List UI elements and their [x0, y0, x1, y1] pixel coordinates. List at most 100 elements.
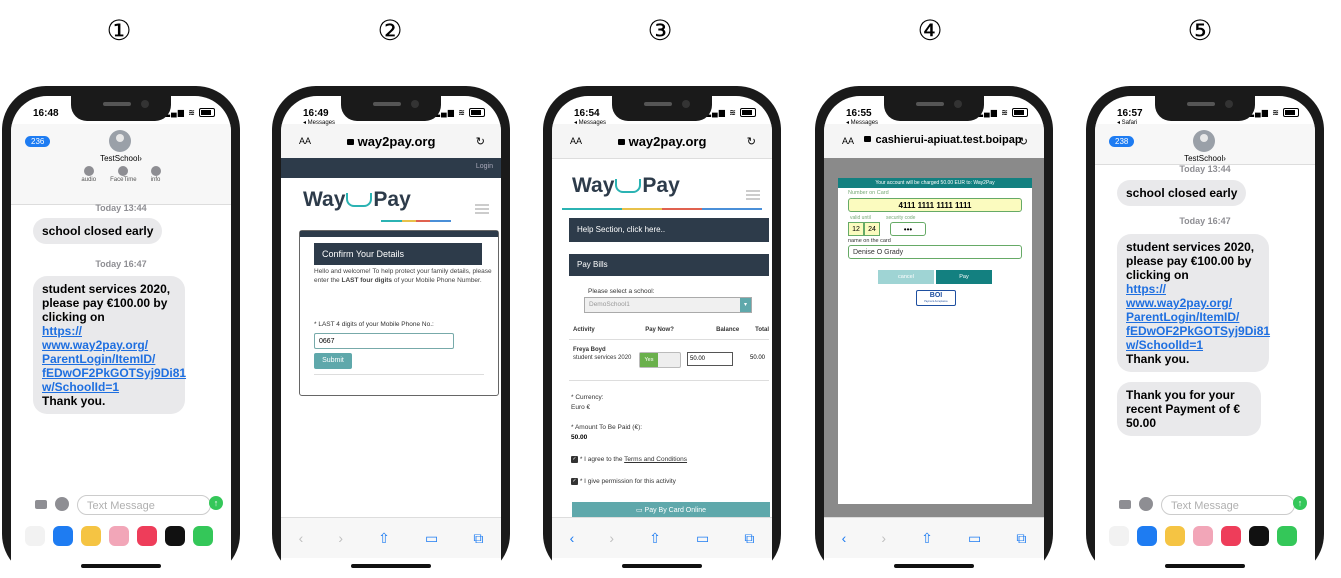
share-icon[interactable]: ⇧: [649, 530, 661, 547]
school-select[interactable]: DemoSchool1 ▾: [584, 297, 752, 313]
charge-banner: Your account will be charged 50.00 EUR t…: [838, 178, 1032, 188]
camera-icon[interactable]: [35, 500, 47, 509]
security-code-input[interactable]: •••: [890, 222, 926, 236]
send-icon[interactable]: ↑: [209, 496, 223, 510]
pay-now-toggle[interactable]: Yes: [639, 352, 681, 368]
camera-icon[interactable]: [1119, 500, 1131, 509]
home-indicator[interactable]: [351, 564, 431, 568]
back-to-messages[interactable]: ◂ Messages: [303, 119, 335, 126]
home-indicator[interactable]: [81, 564, 161, 568]
permission-checkbox-row[interactable]: ✓ * I give permission for this activity: [571, 478, 676, 485]
tabs-icon[interactable]: ⧉: [473, 530, 483, 547]
message-input[interactable]: Text Message: [1161, 495, 1295, 515]
step-number-3: ③: [647, 14, 673, 47]
memoji-icon[interactable]: [81, 526, 101, 546]
phone-5: 16:57 ◂ Safari ▂▄▆ ≋ 238 TestSchool› Tod…: [1086, 86, 1324, 578]
back-icon[interactable]: ‹: [299, 530, 304, 546]
checkbox-checked-icon[interactable]: ✓: [571, 456, 578, 463]
column-header: Balance: [716, 327, 740, 333]
card-name-input[interactable]: Denise O Grady: [848, 245, 1022, 259]
security-code-label: security code: [886, 215, 916, 221]
back-badge[interactable]: 236: [25, 136, 51, 147]
address-bar[interactable]: AA way2pay.org ↻: [552, 124, 772, 159]
menu-icon[interactable]: [475, 204, 489, 214]
balance-input[interactable]: 50.00: [687, 352, 733, 366]
memoji-icon[interactable]: [1165, 526, 1185, 546]
search-images-icon[interactable]: [1221, 526, 1241, 546]
photos-app-icon[interactable]: [25, 526, 45, 546]
home-indicator[interactable]: [1165, 564, 1245, 568]
reload-icon[interactable]: ↻: [476, 135, 485, 148]
reload-icon[interactable]: ↻: [1019, 135, 1028, 148]
appstore-app-icon[interactable]: [1137, 526, 1157, 546]
sticker-icon[interactable]: [1193, 526, 1213, 546]
safari-toolbar: ‹ › ⇧ ▭ ⧉: [552, 517, 772, 558]
photos-app-icon[interactable]: [1109, 526, 1129, 546]
chevron-down-icon[interactable]: ▾: [740, 298, 751, 312]
address-bar[interactable]: AA way2pay.org ↻: [281, 124, 501, 159]
forward-icon[interactable]: ›: [338, 530, 343, 546]
send-icon[interactable]: ↑: [1293, 496, 1307, 510]
menu-icon[interactable]: [746, 190, 760, 200]
share-icon[interactable]: ⇧: [921, 530, 933, 547]
waypay-logo[interactable]: Way Pay: [572, 174, 680, 198]
amount-label: * Amount To Be Paid (€):: [571, 424, 643, 431]
forward-icon[interactable]: ›: [881, 530, 886, 546]
reload-icon[interactable]: ↻: [747, 135, 756, 148]
terms-link[interactable]: Terms and Conditions: [624, 456, 687, 463]
appstore-icon[interactable]: [1139, 497, 1153, 511]
contact-name[interactable]: TestSchool›: [11, 154, 231, 163]
bookmarks-icon[interactable]: ▭: [696, 530, 709, 547]
audio-button[interactable]: audio: [81, 166, 96, 183]
facetime-button[interactable]: FaceTime: [110, 166, 137, 183]
bookmarks-icon[interactable]: ▭: [968, 530, 981, 547]
back-to-messages[interactable]: ◂ Messages: [574, 119, 606, 126]
waypay-logo[interactable]: Way Pay: [303, 188, 411, 212]
message-input[interactable]: Text Message: [77, 495, 211, 515]
sticker-icon[interactable]: [109, 526, 129, 546]
pay-button[interactable]: Pay: [936, 270, 992, 284]
contact-name[interactable]: TestSchool›: [1095, 154, 1315, 163]
appstore-app-icon[interactable]: [53, 526, 73, 546]
back-icon[interactable]: ‹: [842, 530, 847, 546]
payment-link[interactable]: https:// www.way2pay.org/ ParentLogin/It…: [42, 324, 186, 394]
help-section-link[interactable]: Help Section, click here..: [569, 218, 769, 242]
back-to-safari[interactable]: ◂ Safari: [1117, 119, 1137, 126]
compose-bar: Text Message ↑: [11, 492, 231, 520]
message-bubble: student services 2020, please pay €100.0…: [1117, 234, 1270, 372]
forward-icon[interactable]: ›: [609, 530, 614, 546]
message-bubble: school closed early: [33, 218, 163, 244]
bookmarks-icon[interactable]: ▭: [425, 530, 438, 547]
heart-icon[interactable]: [1249, 526, 1269, 546]
info-button[interactable]: info: [150, 166, 161, 183]
expiry-month-input[interactable]: 12: [848, 222, 864, 236]
card-number-input[interactable]: 4111 1111 1111 1111: [848, 198, 1022, 212]
lock-icon: [617, 139, 625, 145]
back-badge[interactable]: 238: [1109, 136, 1135, 147]
payment-link[interactable]: https:// www.way2pay.org/ ParentLogin/It…: [1126, 282, 1270, 352]
step-number-2: ②: [377, 14, 403, 47]
back-to-messages[interactable]: ◂ Messages: [846, 119, 878, 126]
login-link[interactable]: Login: [476, 163, 493, 170]
share-icon[interactable]: ⇧: [378, 530, 390, 547]
tabs-icon[interactable]: ⧉: [1016, 530, 1026, 547]
submit-button[interactable]: Submit: [314, 353, 352, 369]
cancel-button[interactable]: cancel: [878, 270, 934, 284]
appstore-icon[interactable]: [55, 497, 69, 511]
avatar[interactable]: [109, 130, 131, 152]
avatar[interactable]: [1193, 130, 1215, 152]
heart-icon[interactable]: [165, 526, 185, 546]
tabs-icon[interactable]: ⧉: [744, 530, 754, 547]
phone-digits-input[interactable]: 0667: [314, 333, 454, 349]
pay-app-icon[interactable]: [1277, 526, 1297, 546]
terms-checkbox-row[interactable]: ✓ * I agree to the Terms and Conditions: [571, 456, 687, 463]
search-images-icon[interactable]: [137, 526, 157, 546]
back-icon[interactable]: ‹: [570, 530, 575, 546]
address-bar[interactable]: AA cashierui-apiuat.test.boipap ↻: [824, 124, 1044, 159]
pay-app-icon[interactable]: [193, 526, 213, 546]
checkbox-checked-icon[interactable]: ✓: [571, 478, 578, 485]
home-indicator[interactable]: [622, 564, 702, 568]
expiry-year-input[interactable]: 24: [864, 222, 880, 236]
signal-icon: ▂▄▆ ≋: [1248, 108, 1299, 118]
home-indicator[interactable]: [894, 564, 974, 568]
